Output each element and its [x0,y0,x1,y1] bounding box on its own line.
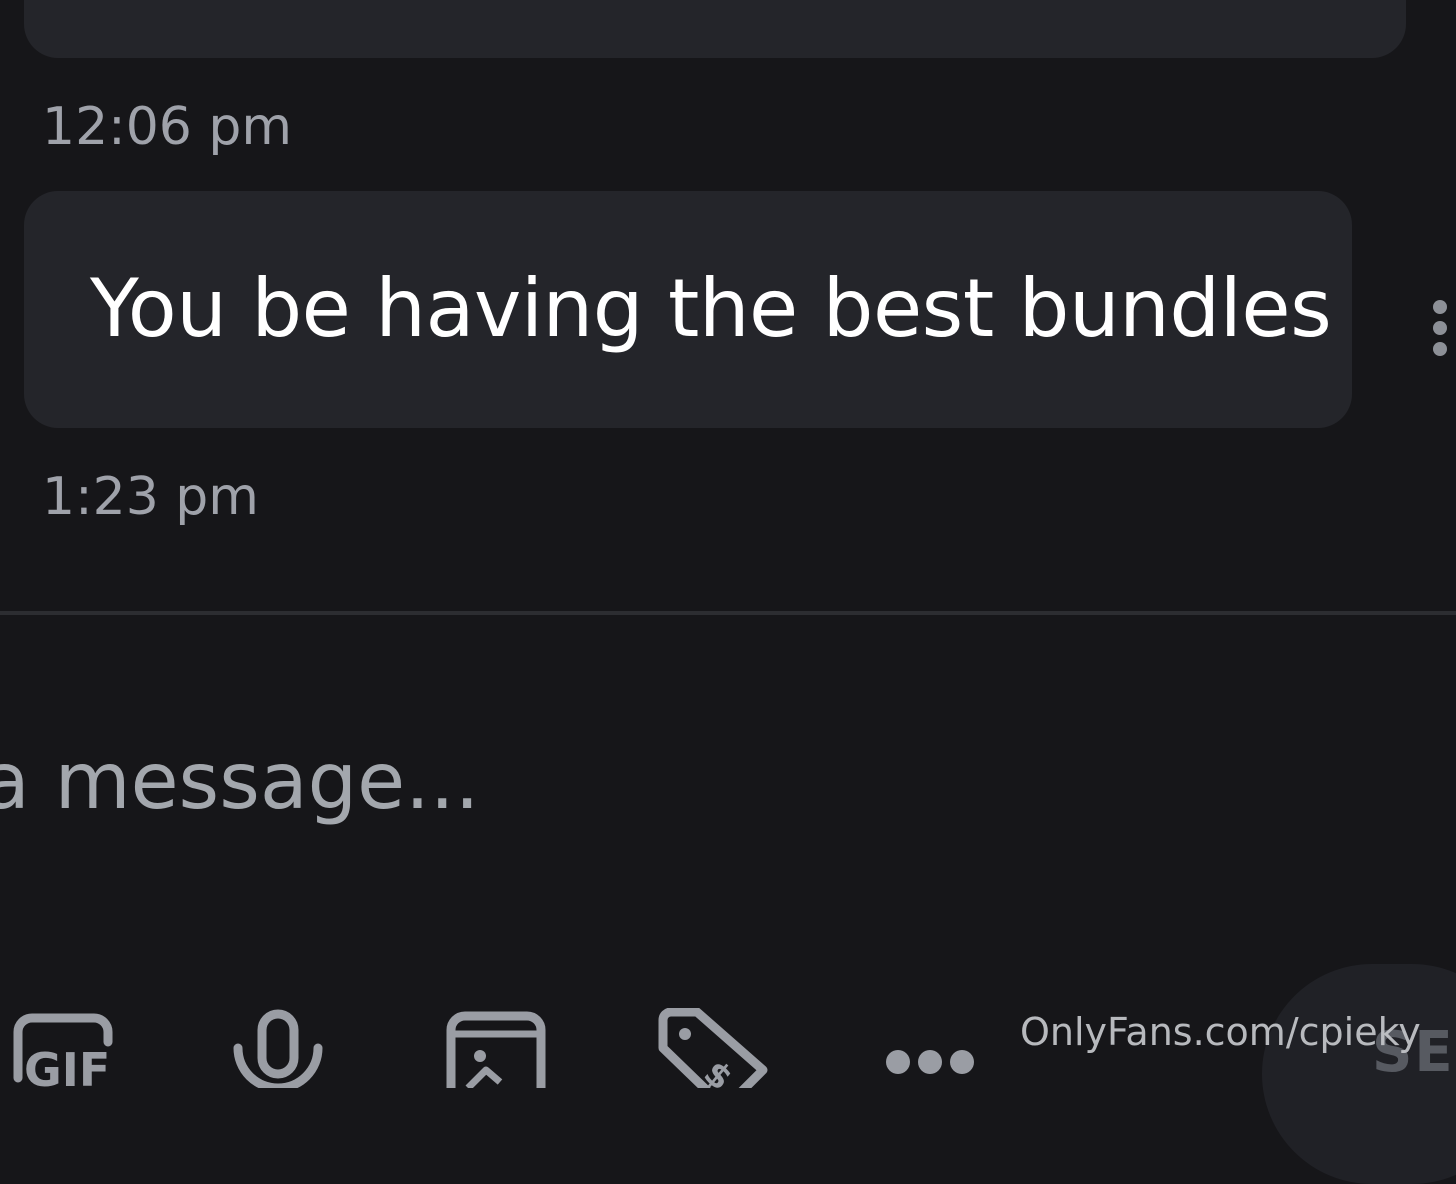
price-tag-icon[interactable]: $ [655,1007,769,1113]
watermark: OnlyFans.com/cpieky [1020,1010,1421,1054]
media-icon[interactable] [446,1008,546,1111]
message-bubble-previous [24,0,1406,58]
microphone-icon[interactable] [232,1008,324,1093]
message-text: You be having the best bundles [90,262,1332,355]
message-timestamp: 12:06 pm [42,97,293,157]
more-icon[interactable] [884,1048,976,1078]
gif-icon[interactable]: GIF [10,1008,114,1097]
svg-text:$: $ [696,1053,740,1088]
message-options-icon[interactable] [1431,300,1449,366]
message-input[interactable]: a message... [0,615,1456,915]
send-button[interactable]: SE [1262,964,1456,1184]
svg-text:GIF: GIF [24,1043,110,1088]
message-input-placeholder: a message... [0,737,480,827]
message-timestamp: 1:23 pm [42,467,259,527]
message-bubble[interactable]: You be having the best bundles [24,191,1352,428]
